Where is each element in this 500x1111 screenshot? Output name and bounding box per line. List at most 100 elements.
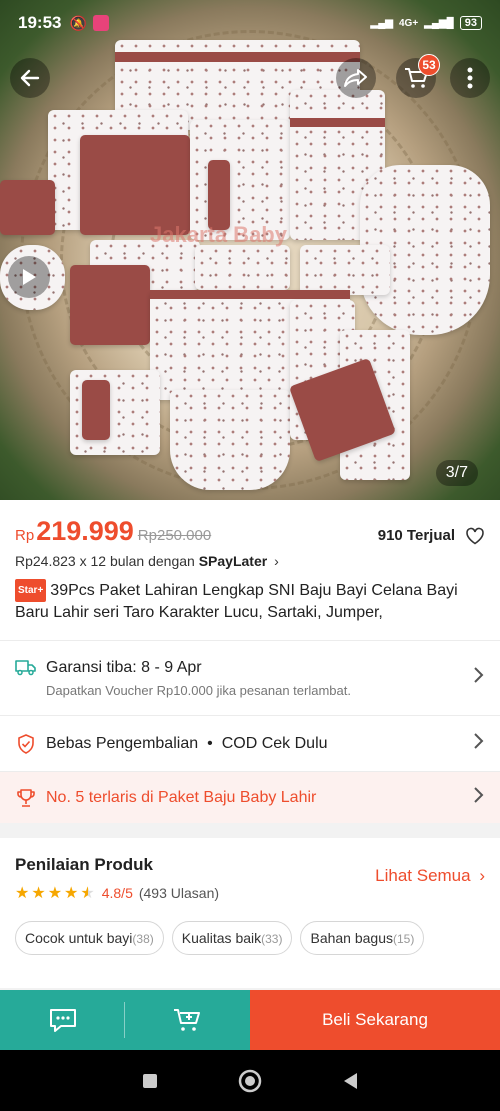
- paylater-row[interactable]: Rp24.823 x 12 bulan dengan SPayLater ›: [15, 553, 485, 569]
- chevron-right-icon: [473, 732, 485, 756]
- bestseller-row[interactable]: No. 5 terlaris di Paket Baju Baby Lahir: [0, 771, 500, 823]
- trophy-icon: [15, 787, 37, 809]
- chat-button[interactable]: [0, 990, 125, 1050]
- play-icon: [23, 269, 36, 285]
- price-currency: Rp: [15, 527, 35, 544]
- arrow-left-icon: [20, 69, 40, 87]
- chevron-right-icon: [473, 666, 485, 690]
- status-time: 19:53: [18, 13, 62, 32]
- product-title-text: 39Pcs Paket Lahiran Lengkap SNI Baju Bay…: [15, 582, 458, 621]
- shipping-guarantee: Garansi tiba: 8 - 9 Apr: [46, 658, 202, 676]
- reviews-header: Penilaian Produk ★ ★ ★ ★ ★ 4.8/5 (493 Ul…: [15, 855, 485, 903]
- back-nav-icon[interactable]: [341, 1071, 359, 1091]
- sold-count: 910 Terjual: [377, 527, 455, 544]
- clothing-item: [82, 380, 110, 440]
- share-button[interactable]: [336, 58, 376, 98]
- home-icon[interactable]: [237, 1068, 263, 1094]
- review-tag-label: Cocok untuk bayi: [25, 930, 133, 946]
- reviews-title: Penilaian Produk: [15, 855, 153, 874]
- see-all-label: Lihat Semua: [375, 866, 471, 885]
- star-icon: ★: [15, 885, 30, 902]
- review-tags: Cocok untuk bayi(38) Kualitas baik(33) B…: [15, 921, 485, 955]
- star-icon: ★: [31, 885, 46, 902]
- chevron-right-icon: ›: [274, 553, 279, 569]
- review-count: (493 Ulasan): [138, 885, 220, 901]
- review-tag-label: Kualitas baik: [181, 930, 262, 946]
- buy-now-button[interactable]: Beli Sekarang: [250, 990, 500, 1050]
- truck-icon: [15, 656, 37, 678]
- see-all-reviews-link[interactable]: Lihat Semua ›: [375, 866, 485, 886]
- back-button[interactable]: [10, 58, 50, 98]
- review-tag-count: (38): [132, 932, 154, 946]
- recent-apps-icon[interactable]: [141, 1072, 159, 1090]
- paylater-installment: Rp24.823 x 12 bulan dengan: [15, 553, 195, 569]
- clothing-item: [300, 245, 390, 295]
- add-cart-icon: [173, 1009, 200, 1031]
- star-plus-badge: Star+: [15, 579, 47, 602]
- system-nav-bar: [0, 1050, 500, 1111]
- play-video-button[interactable]: [8, 256, 50, 298]
- shield-icon: [15, 733, 37, 755]
- paylater-brand: SPayLater: [198, 553, 268, 569]
- review-tag[interactable]: Kualitas baik(33): [171, 921, 293, 955]
- divider: [124, 1002, 125, 1038]
- clothing-item: [0, 180, 55, 235]
- review-tag-count: (15): [393, 932, 415, 946]
- star-half-icon: ★: [80, 885, 95, 902]
- shipping-row[interactable]: Garansi tiba: 8 - 9 Apr Dapatkan Voucher…: [0, 640, 500, 715]
- price-row: Rp 219.999 Rp250.000 910 Terjual: [15, 516, 485, 547]
- chevron-right-icon: ›: [479, 866, 485, 885]
- product-image[interactable]: Jakarta Baby 53 3/7: [0, 0, 500, 500]
- original-price: Rp250.000: [137, 527, 212, 544]
- star-icon: ★: [64, 885, 79, 902]
- free-returns-label: Bebas Pengembalian: [46, 734, 199, 752]
- review-tag[interactable]: Cocok untuk bayi(38): [15, 921, 164, 955]
- network-type: 4G+: [399, 17, 419, 29]
- more-button[interactable]: [450, 58, 490, 98]
- status-bar: 19:53 🔕 ▂▄▆ 4G+ ▂▄▆█ 93: [0, 0, 500, 46]
- clothing-trim: [290, 118, 385, 127]
- image-watermark: Jakarta Baby: [150, 222, 287, 247]
- more-vertical-icon: [467, 67, 473, 89]
- clothing-item: [195, 245, 290, 290]
- clothing-item: [208, 160, 230, 230]
- product-info: Rp 219.999 Rp250.000 910 Terjual Rp24.82…: [0, 500, 500, 640]
- add-to-cart-button[interactable]: [125, 990, 250, 1050]
- product-reviews: Penilaian Produk ★ ★ ★ ★ ★ 4.8/5 (493 Ul…: [0, 838, 500, 988]
- status-right: ▂▄▆ 4G+ ▂▄▆█ 93: [371, 16, 482, 30]
- sold-count-wrap: 910 Terjual: [378, 527, 485, 545]
- cod-label: COD Cek Dulu: [221, 734, 328, 752]
- rating-stars: ★ ★ ★ ★ ★ 4.8/5 (493 Ulasan): [15, 883, 219, 903]
- clothing-trim: [150, 290, 350, 299]
- review-tag[interactable]: Bahan bagus(15): [300, 921, 425, 955]
- rating-value: 4.8/5: [101, 885, 133, 901]
- cart-badge: 53: [418, 54, 440, 76]
- chat-icon: [49, 1009, 76, 1032]
- clothing-item: [80, 135, 190, 235]
- clothing-trim: [115, 52, 360, 62]
- current-price: 219.999: [36, 516, 134, 546]
- battery-indicator: 93: [459, 16, 482, 30]
- reviews-summary: Penilaian Produk ★ ★ ★ ★ ★ 4.8/5 (493 Ul…: [15, 855, 219, 903]
- review-tag-count: (33): [261, 932, 283, 946]
- clothing-item: [170, 390, 290, 490]
- heart-icon[interactable]: [465, 527, 485, 545]
- app-notification-icon: [92, 15, 109, 31]
- product-page: Jakarta Baby 53 3/7 19:53 🔕 ▂▄▆ 4G+ ▂▄▆█…: [0, 0, 500, 1111]
- clothing-item: [70, 265, 150, 345]
- image-counter: 3/7: [435, 460, 478, 486]
- star-icon: ★: [47, 885, 63, 902]
- bottom-action-bar: Beli Sekarang: [0, 990, 500, 1050]
- chevron-right-icon: [473, 786, 485, 810]
- shipping-voucher-note: Dapatkan Voucher Rp10.000 jika pesanan t…: [46, 682, 351, 698]
- notification-off-icon: 🔕: [69, 14, 87, 31]
- signal-icon: ▂▄▆█: [424, 17, 454, 29]
- share-icon: [344, 69, 367, 87]
- product-title: Star+ 39Pcs Paket Lahiran Lengkap SNI Baj…: [15, 579, 485, 621]
- bestseller-label: No. 5 terlaris di Paket Baju Baby Lahir: [46, 788, 317, 806]
- separator-dot: •: [207, 734, 213, 752]
- shipping-text: Garansi tiba: 8 - 9 Apr Dapatkan Voucher…: [46, 659, 351, 698]
- review-tag-label: Bahan bagus: [310, 930, 394, 946]
- cart-button[interactable]: 53: [396, 54, 440, 98]
- returns-row[interactable]: Bebas Pengembalian • COD Cek Dulu: [0, 715, 500, 771]
